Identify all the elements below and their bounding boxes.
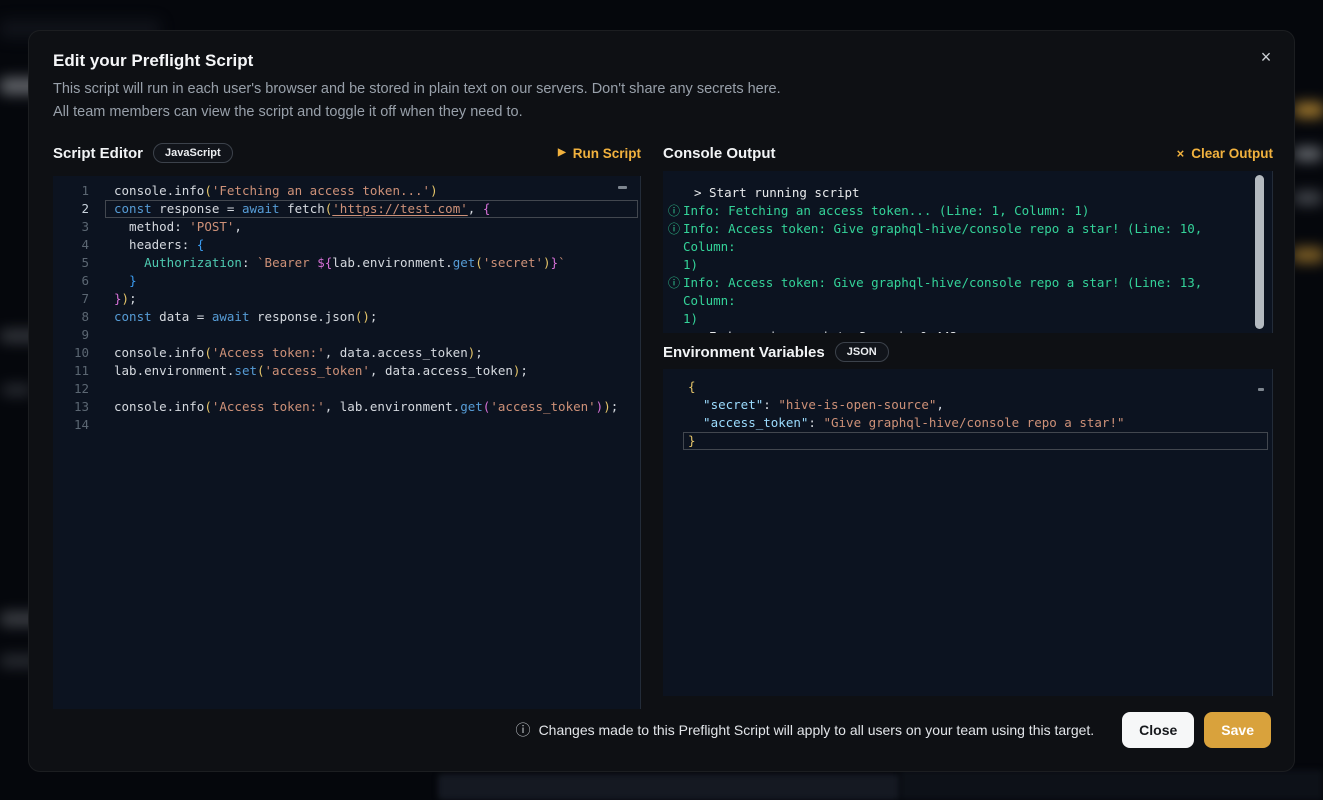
line-number: 4 xyxy=(53,236,105,254)
description-line-2: All team members can view the script and… xyxy=(53,101,781,124)
bg-blob xyxy=(1294,192,1322,204)
line-number: 1 xyxy=(53,182,105,200)
code-line[interactable]: 14 xyxy=(53,416,638,434)
dialog-footer: ⓘ Changes made to this Preflight Script … xyxy=(516,712,1271,748)
bg-blob xyxy=(1294,148,1322,160)
preflight-script-dialog: Edit your Preflight Script This script w… xyxy=(28,30,1295,772)
line-number: 13 xyxy=(53,398,105,416)
dialog-description: This script will run in each user's brow… xyxy=(53,78,781,124)
code-lines: 1console.info('Fetching an access token.… xyxy=(53,182,640,434)
script-editor-header: Script Editor JavaScript ▶ Run Script xyxy=(53,141,641,165)
info-icon: ⓘ xyxy=(668,274,683,328)
close-button[interactable]: Close xyxy=(1122,712,1194,748)
close-icon[interactable]: × xyxy=(1254,45,1278,69)
environment-variables-heading: Environment Variables xyxy=(663,344,825,361)
line-number: 2 xyxy=(53,200,105,218)
save-button[interactable]: Save xyxy=(1204,712,1271,748)
bg-blob xyxy=(1294,103,1323,117)
run-script-label: Run Script xyxy=(573,146,641,161)
bg-blob xyxy=(900,770,1323,800)
info-icon: ⓘ xyxy=(516,723,531,738)
console-lines: > Start running scriptⓘInfo: Fetching an… xyxy=(663,184,1272,333)
code-line[interactable]: 2const response = await fetch('https://t… xyxy=(53,200,638,218)
clear-output-label: Clear Output xyxy=(1191,146,1273,161)
description-line-1: This script will run in each user's brow… xyxy=(53,78,781,101)
console-line: > End running script. Done in 0.442s xyxy=(663,328,1272,333)
line-number: 14 xyxy=(53,416,105,434)
code-line[interactable]: 8const data = await response.json(); xyxy=(53,308,638,326)
language-badge: JavaScript xyxy=(153,143,233,163)
code-line[interactable]: 5 Authorization: `Bearer ${lab.environme… xyxy=(53,254,638,272)
env-json-line[interactable]: "access_token": "Give graphql-hive/conso… xyxy=(683,414,1268,432)
code-line[interactable]: 10console.info('Access token:', data.acc… xyxy=(53,344,638,362)
code-line[interactable]: 11lab.environment.set('access_token', da… xyxy=(53,362,638,380)
info-icon: ⓘ xyxy=(668,220,683,274)
code-line[interactable]: 9 xyxy=(53,326,638,344)
line-number: 7 xyxy=(53,290,105,308)
code-line[interactable]: 3 method: 'POST', xyxy=(53,218,638,236)
environment-variables-editor[interactable]: { "secret": "hive-is-open-source", "acce… xyxy=(663,369,1273,696)
console-line: ⓘInfo: Fetching an access token... (Line… xyxy=(663,202,1272,220)
script-editor-heading: Script Editor xyxy=(53,145,143,162)
minimap-marker xyxy=(1258,388,1264,391)
code-line[interactable]: 7}); xyxy=(53,290,638,308)
json-badge: JSON xyxy=(835,342,889,362)
console-heading: Console Output xyxy=(663,145,776,162)
code-line[interactable]: 13console.info('Access token:', lab.envi… xyxy=(53,398,638,416)
console-line: > Start running script xyxy=(663,184,1272,202)
line-number: 11 xyxy=(53,362,105,380)
log-gutter xyxy=(668,328,683,333)
footer-notice-text: Changes made to this Preflight Script wi… xyxy=(539,722,1095,738)
line-number: 10 xyxy=(53,344,105,362)
line-number: 9 xyxy=(53,326,105,344)
log-gutter xyxy=(668,184,683,202)
line-number: 5 xyxy=(53,254,105,272)
minimap-marker xyxy=(618,186,627,189)
code-line[interactable]: 6 } xyxy=(53,272,638,290)
clear-output-button[interactable]: × Clear Output xyxy=(1177,146,1273,161)
run-script-button[interactable]: ▶ Run Script xyxy=(558,146,641,161)
environment-variables-header: Environment Variables JSON xyxy=(663,340,1273,364)
console-line: ⓘInfo: Access token: Give graphql-hive/c… xyxy=(663,220,1272,274)
env-json-line[interactable]: } xyxy=(683,432,1268,450)
code-editor[interactable]: 1console.info('Fetching an access token.… xyxy=(53,176,641,709)
console-line: ⓘInfo: Access token: Give graphql-hive/c… xyxy=(663,274,1272,328)
play-icon: ▶ xyxy=(558,148,566,158)
env-json-line[interactable]: "secret": "hive-is-open-source", xyxy=(683,396,1268,414)
line-number: 8 xyxy=(53,308,105,326)
bg-blob xyxy=(438,774,900,800)
bg-blob xyxy=(1292,248,1323,262)
line-number: 6 xyxy=(53,272,105,290)
env-lines: { "secret": "hive-is-open-source", "acce… xyxy=(663,378,1272,450)
env-json-line[interactable]: { xyxy=(683,378,1268,396)
line-number: 3 xyxy=(53,218,105,236)
code-line[interactable]: 12 xyxy=(53,380,638,398)
console-header: Console Output × Clear Output xyxy=(663,141,1273,165)
footer-notice: ⓘ Changes made to this Preflight Script … xyxy=(516,722,1095,738)
console-scrollbar[interactable] xyxy=(1255,175,1264,329)
info-icon: ⓘ xyxy=(668,202,683,220)
dialog-title: Edit your Preflight Script xyxy=(53,51,253,71)
code-line[interactable]: 4 headers: { xyxy=(53,236,638,254)
clear-icon: × xyxy=(1177,147,1185,160)
code-line[interactable]: 1console.info('Fetching an access token.… xyxy=(53,182,638,200)
line-number: 12 xyxy=(53,380,105,398)
console-output-panel: > Start running scriptⓘInfo: Fetching an… xyxy=(663,171,1273,333)
